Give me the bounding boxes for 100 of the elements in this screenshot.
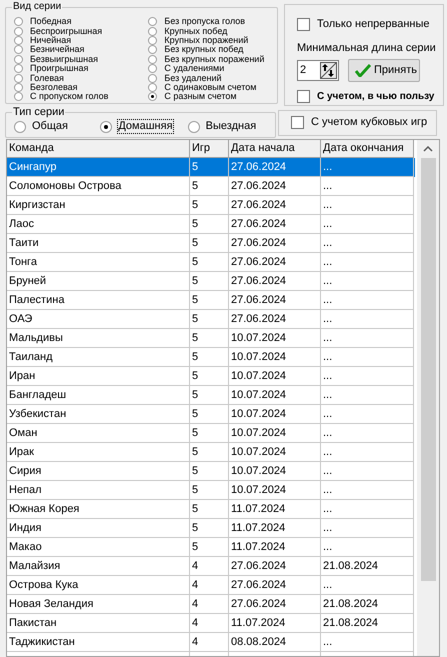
table-row[interactable]: Оман 5 10.07.2024 ... — [7, 424, 416, 444]
table-row[interactable]: Макао 5 11.07.2024 ... — [7, 538, 416, 558]
radio-button[interactable] — [188, 120, 200, 133]
checkbox-label: С учетом, в чью пользу — [317, 90, 434, 102]
radio-label: Крупных поражений — [164, 36, 248, 45]
radio-button[interactable] — [14, 74, 23, 83]
radio-button[interactable] — [148, 36, 158, 45]
radio-label: С пропуском голов — [30, 92, 108, 102]
radio-button[interactable] — [14, 45, 23, 54]
radio-button[interactable] — [148, 54, 158, 64]
radio-button[interactable] — [148, 17, 158, 26]
table-cell: 10.07.2024 — [229, 443, 321, 462]
table-row[interactable]: Пакистан 4 11.07.2024 21.08.2024 — [7, 614, 416, 634]
table-cell: Ирак — [7, 443, 190, 462]
radio-button[interactable] — [148, 74, 158, 83]
table-row[interactable]: Таиланд 5 10.07.2024 ... — [7, 348, 416, 368]
table-row[interactable]: Соломоновы Острова 5 27.06.2024 ... — [7, 177, 416, 196]
table-row[interactable]: Сирия 5 10.07.2024 ... — [7, 462, 416, 482]
table-cell: 5 — [190, 215, 229, 234]
table-cell: 5 — [190, 253, 229, 272]
table-cell: 5 — [190, 481, 229, 500]
radio-label: Беспроигрышная — [30, 26, 102, 36]
table-cell: 11.07.2024 — [229, 500, 321, 520]
spin-value: 2 — [299, 63, 308, 78]
table-cell: ... — [321, 291, 414, 310]
checkbox[interactable] — [291, 116, 304, 130]
table-row[interactable]: Таджикистан 4 08.08.2024 ... — [7, 633, 416, 652]
radio-button[interactable] — [14, 17, 23, 26]
table-row[interactable]: Непал 5 10.07.2024 ... — [7, 481, 416, 500]
table-row[interactable]: ОАЭ 5 27.06.2024 ... — [7, 310, 416, 330]
column-header[interactable]: Игр — [190, 140, 229, 158]
table-cell: 5 — [190, 291, 229, 310]
table-row[interactable]: Ирак 5 10.07.2024 ... — [7, 443, 416, 462]
table-cell: ... — [321, 538, 414, 558]
radio-label: Без удалений — [164, 74, 222, 83]
radio-label: Проигрышная — [30, 64, 88, 74]
table-cell: 27.06.2024 — [229, 576, 321, 596]
table-cell: Таити — [7, 234, 190, 254]
column-header[interactable]: Дата начала — [229, 140, 321, 158]
checkbox[interactable] — [297, 18, 310, 31]
table-cell: 11.07.2024 — [229, 538, 321, 558]
radio-button[interactable] — [148, 26, 158, 36]
table-cell: ... — [321, 576, 414, 596]
table-row[interactable]: Мальдивы 5 10.07.2024 ... — [7, 329, 416, 348]
table-row[interactable]: Малайзия 4 27.06.2024 21.08.2024 — [7, 557, 416, 576]
table-row[interactable]: Южная Корея 5 11.07.2024 ... — [7, 500, 416, 520]
radio-button[interactable] — [14, 36, 23, 45]
table-cell: ... — [321, 519, 414, 538]
table-row[interactable]: Новая Зеландия 4 27.06.2024 21.08.2024 — [7, 595, 416, 614]
table-cell: 5 — [190, 158, 229, 178]
spin-field[interactable]: 2 — [297, 60, 339, 81]
column-header[interactable]: Команда — [7, 140, 190, 158]
table-row[interactable]: Лаос 5 27.06.2024 ... — [7, 215, 416, 234]
table-cell: ... — [321, 633, 414, 652]
spin-arrows-icon[interactable] — [320, 62, 337, 79]
column-header[interactable]: Дата окончания — [321, 140, 414, 158]
radio-button[interactable] — [14, 82, 23, 92]
table-row[interactable]: Киргизстан 5 27.06.2024 ... — [7, 196, 416, 216]
radio-button[interactable] — [14, 120, 26, 133]
table-cell: ... — [321, 272, 414, 292]
table-cell: ... — [321, 234, 414, 254]
table-cell: ОАЭ — [7, 310, 190, 330]
table-cell: Индия — [7, 519, 190, 538]
table-row[interactable]: Иран 5 10.07.2024 ... — [7, 367, 416, 386]
table-cell: 5 — [190, 329, 229, 348]
radio-button[interactable] — [14, 64, 23, 74]
table-cell: ... — [321, 500, 414, 520]
table-cell: 27.06.2024 — [229, 234, 321, 254]
checkbox[interactable] — [297, 90, 310, 103]
radio-button[interactable] — [100, 120, 112, 133]
table-cell: 5 — [190, 234, 229, 254]
table-cell: Лаос — [7, 215, 190, 234]
radio-button[interactable] — [148, 64, 158, 74]
table-cell: 27.06.2024 — [229, 158, 321, 178]
table-row[interactable]: Палестина 5 27.06.2024 ... — [7, 291, 416, 310]
scrollbar[interactable] — [417, 140, 439, 656]
table-cell: ... — [321, 310, 414, 330]
table-cell: 10.07.2024 — [229, 348, 321, 368]
radio-button[interactable] — [148, 45, 158, 54]
table-row[interactable]: Индия 5 11.07.2024 ... — [7, 519, 416, 538]
table-cell: 27.06.2024 — [229, 215, 321, 234]
table-cell: Соломоновы Острова — [7, 177, 190, 196]
table-row[interactable]: Таити 5 27.06.2024 ... — [7, 234, 416, 254]
scroll-up-icon[interactable] — [423, 146, 434, 152]
table-cell: 27.06.2024 — [229, 291, 321, 310]
radio-button[interactable] — [14, 54, 23, 64]
table-cell: Макао — [7, 538, 190, 558]
scroll-thumb[interactable] — [420, 158, 436, 582]
radio-button[interactable] — [148, 92, 158, 102]
radio-button[interactable] — [14, 26, 23, 36]
radio-button[interactable] — [148, 82, 158, 92]
table-row[interactable]: Сингапур 5 27.06.2024 ... — [7, 158, 416, 178]
table-row[interactable]: Тонга 5 27.06.2024 ... — [7, 253, 416, 272]
table-row[interactable]: Острова Кука 4 27.06.2024 ... — [7, 576, 416, 596]
table-cell: 5 — [190, 348, 229, 368]
radio-button[interactable] — [14, 92, 23, 102]
table-row[interactable]: Узбекистан 5 10.07.2024 ... — [7, 405, 416, 424]
table-row[interactable]: Бангладеш 5 10.07.2024 ... — [7, 386, 416, 406]
table-row[interactable]: Бруней 5 27.06.2024 ... — [7, 272, 416, 292]
apply-button[interactable]: Принять — [348, 59, 420, 82]
